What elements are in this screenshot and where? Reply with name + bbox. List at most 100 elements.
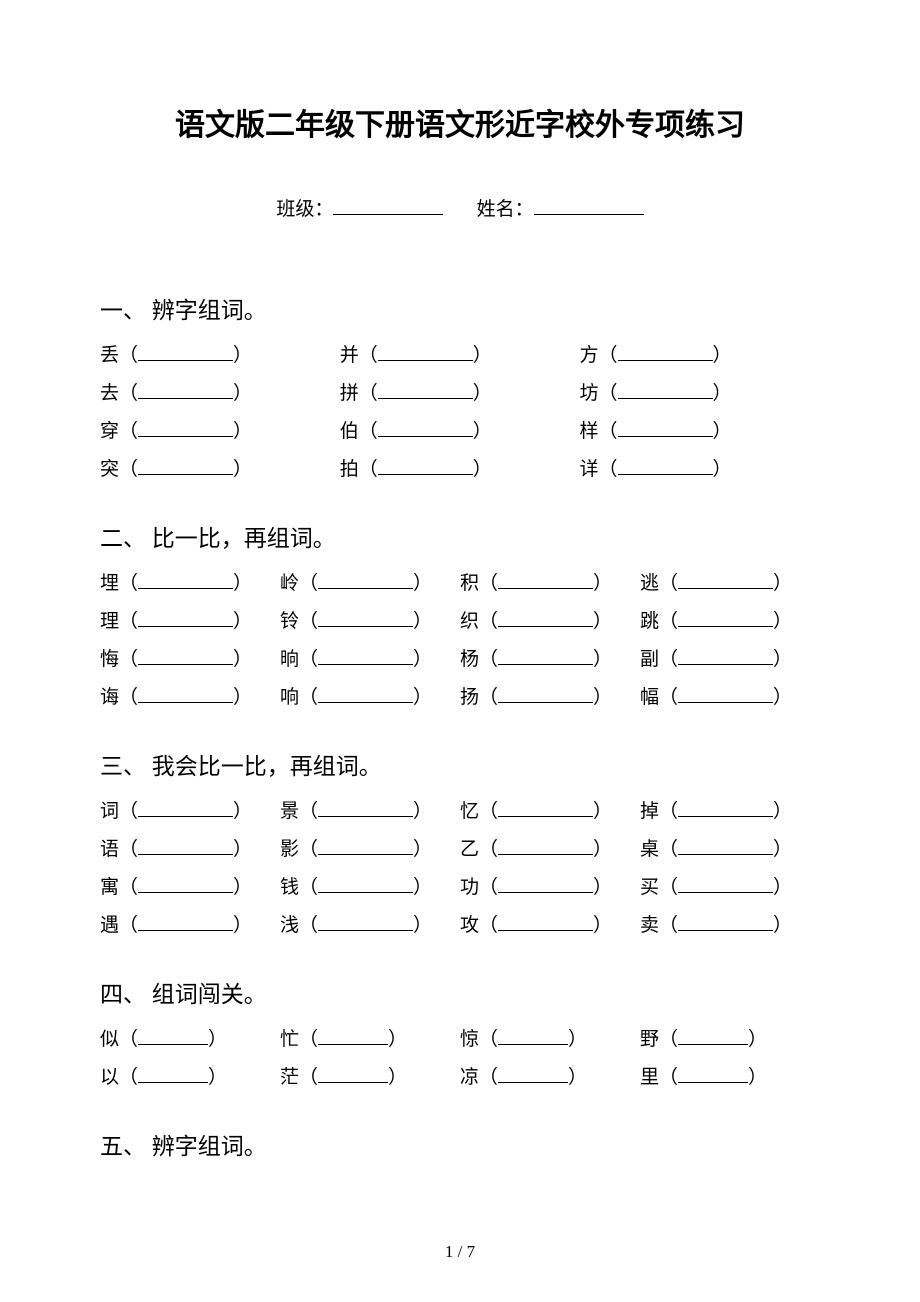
fill-item: 似（） [100,1021,280,1059]
fill-item: 以（） [100,1059,280,1097]
fill-item: 跳（） [640,603,820,641]
blank[interactable] [318,911,413,931]
blank[interactable] [498,1063,568,1083]
blank[interactable] [498,645,593,665]
section-4-rows: 似（） 忙（） 惊（） 野（） 以（） 茫（） 凉（） 里（） [100,1021,820,1097]
blank[interactable] [378,417,473,437]
table-row: 去（） 拼（） 坊（） [100,375,820,413]
table-row: 丢（） 并（） 方（） [100,337,820,375]
blank[interactable] [318,835,413,855]
blank[interactable] [318,645,413,665]
blank[interactable] [378,341,473,361]
page-number: 1 / 7 [0,1242,920,1262]
blank[interactable] [318,1063,388,1083]
blank[interactable] [498,797,593,817]
fill-item: 野（） [640,1021,820,1059]
section-2-rows: 埋（） 岭（） 积（） 逃（） 理（） 铃（） 织（） 跳（） 悔（） 晌（） … [100,565,820,717]
fill-item: 理（） [100,603,280,641]
blank[interactable] [498,873,593,893]
blank[interactable] [138,379,233,399]
fill-item: 钱（） [280,869,460,907]
fill-item: 逃（） [640,565,820,603]
table-row: 突（） 拍（） 详（） [100,451,820,489]
fill-item: 丢（） [100,337,340,375]
fill-item: 伯（） [340,413,580,451]
blank[interactable] [378,379,473,399]
fill-item: 悔（） [100,641,280,679]
fill-item: 忙（） [280,1021,460,1059]
blank[interactable] [618,417,713,437]
fill-item: 卖（） [640,907,820,945]
fill-item: 铃（） [280,603,460,641]
fill-item: 详（） [580,451,820,489]
table-row: 似（） 忙（） 惊（） 野（） [100,1021,820,1059]
name-label: 姓名： [477,199,534,220]
blank[interactable] [498,607,593,627]
fill-item: 岭（） [280,565,460,603]
blank[interactable] [138,797,233,817]
blank[interactable] [678,1025,748,1045]
fill-item: 语（） [100,831,280,869]
name-input-line[interactable] [534,195,644,215]
blank[interactable] [678,607,773,627]
table-row: 穿（） 伯（） 样（） [100,413,820,451]
blank[interactable] [138,683,233,703]
blank[interactable] [678,569,773,589]
blank[interactable] [678,645,773,665]
blank[interactable] [318,683,413,703]
blank[interactable] [498,569,593,589]
fill-item: 忆（） [460,793,640,831]
blank[interactable] [138,569,233,589]
blank[interactable] [618,379,713,399]
blank[interactable] [378,455,473,475]
section-1-rows: 丢（） 并（） 方（） 去（） 拼（） 坊（） 穿（） 伯（） 样（） 突（） … [100,337,820,489]
fill-item: 样（） [580,413,820,451]
fill-item: 浅（） [280,907,460,945]
fill-item: 织（） [460,603,640,641]
blank[interactable] [318,569,413,589]
blank[interactable] [678,873,773,893]
table-row: 寓（） 钱（） 功（） 买（） [100,869,820,907]
fill-item: 里（） [640,1059,820,1097]
blank[interactable] [138,1063,208,1083]
blank[interactable] [678,835,773,855]
table-row: 以（） 茫（） 凉（） 里（） [100,1059,820,1097]
blank[interactable] [678,911,773,931]
blank[interactable] [678,683,773,703]
fill-item: 诲（） [100,679,280,717]
blank[interactable] [618,455,713,475]
blank[interactable] [498,835,593,855]
fill-item: 凉（） [460,1059,640,1097]
blank[interactable] [138,607,233,627]
blank[interactable] [138,911,233,931]
fill-item: 去（） [100,375,340,413]
fill-item: 景（） [280,793,460,831]
blank[interactable] [138,417,233,437]
student-meta: 班级： 姓名： [100,194,820,221]
table-row: 悔（） 晌（） 杨（） 副（） [100,641,820,679]
fill-item: 买（） [640,869,820,907]
blank[interactable] [318,1025,388,1045]
blank[interactable] [318,607,413,627]
fill-item: 杨（） [460,641,640,679]
fill-item: 桌（） [640,831,820,869]
blank[interactable] [138,873,233,893]
fill-item: 穿（） [100,413,340,451]
table-row: 理（） 铃（） 织（） 跳（） [100,603,820,641]
blank[interactable] [498,683,593,703]
blank[interactable] [138,341,233,361]
blank[interactable] [678,797,773,817]
fill-item: 影（） [280,831,460,869]
table-row: 诲（） 响（） 扬（） 幅（） [100,679,820,717]
class-input-line[interactable] [333,195,443,215]
blank[interactable] [498,911,593,931]
blank[interactable] [138,645,233,665]
blank[interactable] [138,1025,208,1045]
blank[interactable] [318,797,413,817]
blank[interactable] [678,1063,748,1083]
blank[interactable] [498,1025,568,1045]
blank[interactable] [138,835,233,855]
blank[interactable] [318,873,413,893]
blank[interactable] [138,455,233,475]
blank[interactable] [618,341,713,361]
